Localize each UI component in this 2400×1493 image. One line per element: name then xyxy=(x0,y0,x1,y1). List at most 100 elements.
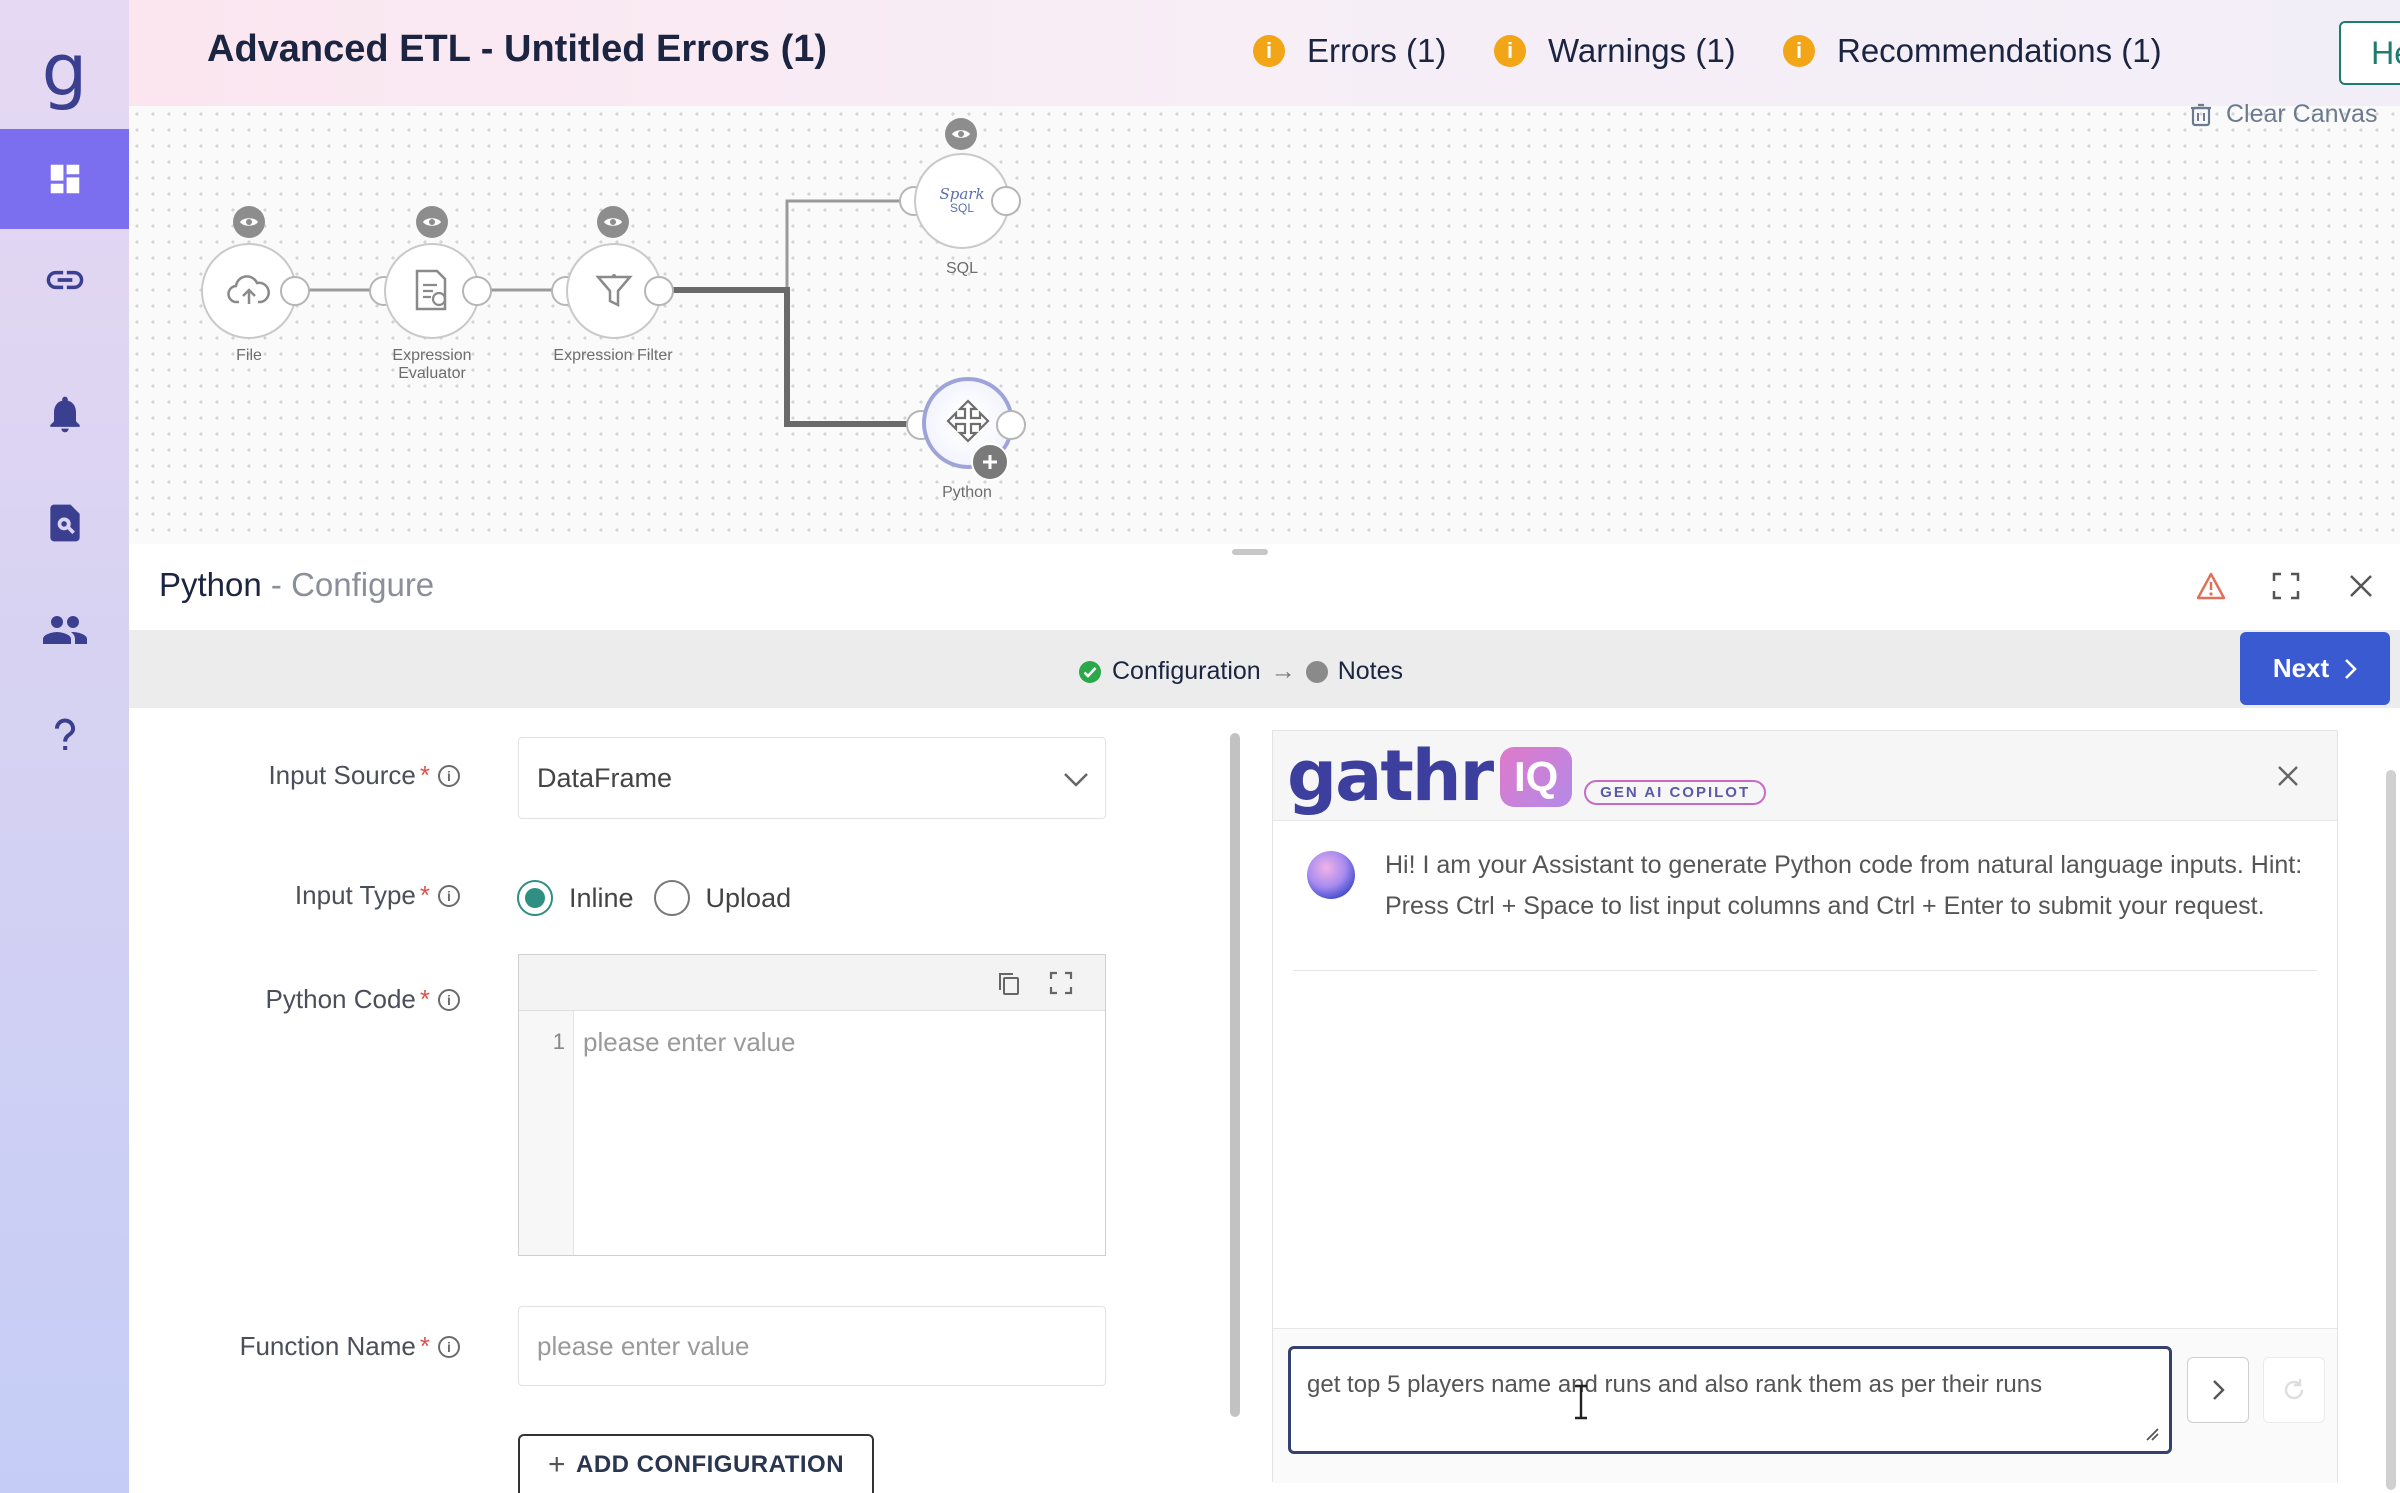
next-button-label: Next xyxy=(2272,653,2330,683)
bell-icon xyxy=(49,396,80,433)
panel-close-button[interactable] xyxy=(2348,566,2374,606)
recommendations-indicator[interactable]: i Recommendations (1) xyxy=(1783,32,2162,70)
help-icon xyxy=(54,718,75,751)
assistant-avatar xyxy=(1307,851,1355,899)
node-sql-preview-icon[interactable] xyxy=(945,118,977,150)
node-expression-filter-port-out[interactable] xyxy=(644,276,674,306)
node-label-expression-evaluator: Expression Evaluator xyxy=(392,347,472,382)
copilot-prompt-input[interactable]: get top 5 players name and runs and also… xyxy=(1288,1346,2172,1454)
form-scrollbar[interactable] xyxy=(1230,733,1240,1417)
step-arrow-icon: → xyxy=(1270,657,1296,685)
input-type-label: Input Type * i xyxy=(150,880,460,911)
node-label-sql: SQL xyxy=(945,260,978,277)
text-cursor-icon xyxy=(1575,1384,1587,1420)
close-icon xyxy=(2350,575,2372,597)
input-type-label-text: Input Type xyxy=(294,880,416,910)
node-python-port-out[interactable] xyxy=(996,410,1026,440)
python-code-label-text: Python Code xyxy=(265,984,416,1014)
step-configuration[interactable]: Configuration xyxy=(1078,657,1261,686)
sidebar-item-connections[interactable] xyxy=(0,230,129,330)
code-placeholder: please enter value xyxy=(583,1027,796,1057)
page-scrollbar[interactable] xyxy=(2386,770,2396,1490)
sidebar-item-notifications[interactable] xyxy=(0,364,129,464)
funnel-icon xyxy=(595,274,633,308)
node-expression-evaluator-port-out[interactable] xyxy=(462,276,492,306)
input-source-select[interactable]: DataFrame xyxy=(518,737,1106,819)
node-label-python: Python xyxy=(942,484,992,501)
warnings-label: Warnings (1) xyxy=(1548,32,1736,69)
copilot-header: gathr IQ GEN AI COPILOT xyxy=(1273,731,2337,821)
dashboard-icon xyxy=(50,164,79,194)
panel-maximize-button[interactable] xyxy=(2272,566,2300,606)
iq-badge: IQ xyxy=(1500,747,1573,807)
sidebar: g xyxy=(0,0,129,1493)
resize-grip-icon[interactable] xyxy=(2145,1427,2159,1441)
fullscreen-icon[interactable] xyxy=(1049,971,1073,995)
info-icon[interactable]: i xyxy=(438,1335,460,1358)
chevron-right-icon xyxy=(2345,658,2358,679)
copilot-panel: gathr IQ GEN AI COPILOT Hi! I am your As… xyxy=(1272,730,2338,1483)
node-python-add-button[interactable] xyxy=(971,443,1009,481)
wizard-steps: Configuration → Notes xyxy=(1078,657,1403,686)
node-file-preview-icon[interactable] xyxy=(233,206,265,238)
panel-warning-button[interactable] xyxy=(2196,566,2226,606)
spark-sql-icon: Spark SQL xyxy=(939,187,984,216)
page-title: Advanced ETL - Untitled Errors (1) xyxy=(207,28,828,70)
function-name-input[interactable]: please enter value xyxy=(518,1306,1106,1386)
copilot-input-area: get top 5 players name and runs and also… xyxy=(1273,1328,2337,1483)
next-button[interactable]: Next xyxy=(2240,632,2390,705)
errors-indicator[interactable]: i Errors (1) xyxy=(1253,32,1446,70)
cloud-upload-icon xyxy=(227,275,270,304)
help-button[interactable]: Help xyxy=(2339,21,2400,85)
copilot-send-button[interactable] xyxy=(2187,1357,2249,1423)
clear-canvas-label: Clear Canvas xyxy=(2226,100,2378,128)
trash-icon xyxy=(2191,103,2211,126)
eye-icon xyxy=(952,130,970,138)
radio-inline-label[interactable]: Inline xyxy=(569,883,634,914)
node-label-expression-filter: Expression Filter xyxy=(553,347,673,364)
warnings-indicator[interactable]: i Warnings (1) xyxy=(1494,32,1736,70)
step-notes-label: Notes xyxy=(1337,657,1404,685)
radio-upload-label[interactable]: Upload xyxy=(706,883,792,914)
copilot-reset-button[interactable] xyxy=(2263,1357,2325,1423)
error-info-icon: i xyxy=(1253,35,1285,67)
required-mark: * xyxy=(419,1331,430,1361)
check-circle-icon xyxy=(1079,660,1101,683)
panel-title-subtitle: - Configure xyxy=(261,566,435,603)
eye-icon xyxy=(604,218,622,226)
required-mark: * xyxy=(419,760,430,790)
sidebar-item-help[interactable] xyxy=(0,685,129,785)
function-name-label-text: Function Name xyxy=(239,1331,416,1361)
info-icon[interactable]: i xyxy=(438,884,460,907)
input-source-label-text: Input Source xyxy=(268,760,416,790)
panel-resize-handle[interactable] xyxy=(1232,549,1268,555)
plus-icon: + xyxy=(547,1447,566,1481)
refresh-icon xyxy=(2284,1379,2304,1400)
info-icon[interactable]: i xyxy=(438,764,460,787)
radio-inline[interactable] xyxy=(517,880,553,916)
node-sql-port-out[interactable] xyxy=(991,186,1021,216)
warning-triangle-icon xyxy=(2196,572,2226,600)
assistant-message-text: Hi! I am your Assistant to generate Pyth… xyxy=(1385,851,2303,920)
node-expression-evaluator-preview-icon[interactable] xyxy=(416,206,448,238)
sidebar-item-explore[interactable] xyxy=(0,473,129,573)
plus-icon xyxy=(983,455,997,469)
step-notes[interactable]: Notes xyxy=(1305,657,1404,686)
sidebar-item-dashboard[interactable] xyxy=(0,129,129,229)
required-mark: * xyxy=(419,880,430,910)
info-icon[interactable]: i xyxy=(438,988,460,1011)
sidebar-item-users[interactable] xyxy=(0,580,129,680)
add-configuration-label: ADD CONFIGURATION xyxy=(575,1450,845,1478)
close-icon[interactable] xyxy=(2276,764,2300,788)
panel-title-name: Python xyxy=(159,566,262,603)
gathr-logo[interactable]: g xyxy=(0,20,129,120)
node-file-port-out[interactable] xyxy=(280,276,310,306)
python-code-editor[interactable]: 1 please enter value xyxy=(518,954,1106,1256)
errors-label: Errors (1) xyxy=(1307,32,1447,69)
copy-icon[interactable] xyxy=(997,971,1021,997)
clear-canvas-button[interactable]: Clear Canvas xyxy=(2190,100,2377,129)
radio-upload[interactable] xyxy=(653,880,690,916)
add-configuration-button[interactable]: + ADD CONFIGURATION xyxy=(518,1434,874,1493)
node-expression-filter-preview-icon[interactable] xyxy=(597,206,629,238)
gathr-wordmark: gathr xyxy=(1287,735,1494,817)
